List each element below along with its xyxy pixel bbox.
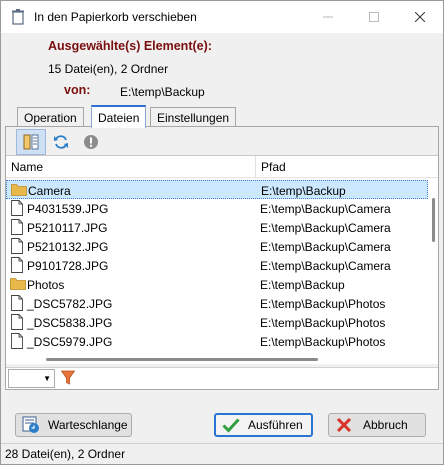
item-name: P5210117.JPG	[27, 221, 108, 235]
tab-einstellungen[interactable]: Einstellungen	[150, 107, 237, 127]
cancel-x-icon	[337, 418, 351, 432]
folder-icon	[11, 182, 27, 200]
file-icon	[10, 295, 24, 314]
selected-items-label: Ausgewählte(s) Element(e):	[48, 39, 212, 53]
cancel-button-label: Abbruch	[363, 418, 408, 432]
window-title: In den Papierkorb verschieben	[34, 10, 197, 24]
minimize-button[interactable]	[305, 1, 351, 33]
maximize-button[interactable]	[351, 1, 397, 33]
files-toolbar	[16, 129, 106, 155]
item-name: _DSC5979.JPG	[27, 335, 113, 349]
cancel-button[interactable]: Abbruch	[328, 413, 426, 437]
close-icon	[415, 12, 425, 22]
list-item[interactable]: P4031539.JPG E:\temp\Backup\Camera	[6, 199, 428, 218]
list-item[interactable]: P5210117.JPG E:\temp\Backup\Camera	[6, 218, 428, 237]
status-text: 28 Datei(en), 2 Ordner	[5, 447, 126, 461]
list-item[interactable]: Photos E:\temp\Backup	[6, 275, 428, 294]
execute-button[interactable]: Ausführen	[214, 413, 313, 437]
source-path-text: E:\temp\Backup	[120, 85, 205, 99]
item-path: E:\temp\Backup\Photos	[260, 297, 386, 311]
item-path: E:\temp\Backup\Photos	[260, 316, 386, 330]
horizontal-scroll-thumb[interactable]	[46, 358, 318, 361]
refresh-icon	[54, 135, 68, 149]
files-panel: Name Pfad Camera E:\temp\Backup P4031539…	[5, 126, 439, 390]
file-list: Name Pfad Camera E:\temp\Backup P4031539…	[6, 155, 438, 357]
tab-operation[interactable]: Operation	[17, 107, 84, 127]
item-name: P4031539.JPG	[27, 202, 109, 216]
columns-view-icon	[23, 134, 39, 150]
warning-icon	[84, 135, 98, 149]
file-icon	[10, 257, 24, 276]
horizontal-scrollbar[interactable]	[6, 356, 438, 364]
item-path: E:\temp\Backup\Photos	[260, 335, 386, 349]
checkmark-icon	[222, 417, 240, 433]
filter-icon[interactable]	[60, 370, 76, 389]
filter-dropdown[interactable]: ▼	[8, 369, 55, 388]
item-path: E:\temp\Backup\Camera	[260, 221, 391, 235]
vertical-scrollbar[interactable]	[429, 178, 438, 357]
warning-button[interactable]	[76, 129, 106, 155]
vertical-scroll-thumb[interactable]	[432, 198, 435, 242]
close-button[interactable]	[397, 1, 443, 33]
tab-dateien[interactable]: Dateien	[91, 105, 147, 128]
from-label: von:	[64, 83, 91, 97]
status-bar: 28 Datei(en), 2 Ordner	[1, 443, 443, 464]
refresh-button[interactable]	[46, 129, 76, 155]
execute-button-label: Ausführen	[248, 418, 303, 432]
column-divider[interactable]	[255, 156, 256, 178]
item-path: E:\temp\Backup	[261, 184, 346, 198]
file-icon	[10, 200, 24, 219]
trash-icon	[11, 9, 25, 25]
filter-bar: ▼	[6, 367, 438, 389]
file-icon	[10, 333, 24, 352]
chevron-down-icon: ▼	[43, 374, 51, 383]
file-icon	[10, 238, 24, 257]
column-header-path[interactable]: Pfad	[261, 160, 286, 174]
title-bar: In den Papierkorb verschieben	[1, 1, 443, 33]
list-item[interactable]: _DSC5782.JPG E:\temp\Backup\Photos	[6, 294, 428, 313]
dialog-window: In den Papierkorb verschieben Ausgewählt…	[0, 0, 444, 465]
columns-view-button[interactable]	[16, 129, 46, 155]
item-path: E:\temp\Backup\Camera	[260, 240, 391, 254]
queue-icon	[22, 416, 40, 434]
list-item[interactable]: _DSC5838.JPG E:\temp\Backup\Photos	[6, 313, 428, 332]
item-name: Camera	[28, 184, 71, 198]
item-name: Photos	[27, 278, 65, 292]
item-path: E:\temp\Backup	[260, 278, 345, 292]
list-item[interactable]: _DSC5979.JPG E:\temp\Backup\Photos	[6, 332, 428, 351]
column-header-name[interactable]: Name	[11, 160, 43, 174]
selected-count-text: 15 Datei(en), 2 Ordner	[48, 62, 169, 76]
item-name: _DSC5838.JPG	[27, 316, 113, 330]
item-path: E:\temp\Backup\Camera	[260, 202, 391, 216]
list-header: Name Pfad	[6, 156, 438, 178]
queue-button[interactable]: Warteschlange	[15, 413, 132, 437]
list-item[interactable]: P9101728.JPG E:\temp\Backup\Camera	[6, 256, 428, 275]
file-icon	[10, 314, 24, 333]
list-item[interactable]: Camera E:\temp\Backup	[6, 180, 428, 199]
list-item[interactable]: P5210132.JPG E:\temp\Backup\Camera	[6, 237, 428, 256]
file-icon	[10, 219, 24, 238]
queue-button-label: Warteschlange	[48, 418, 128, 432]
folder-icon	[10, 276, 26, 294]
item-name: P9101728.JPG	[27, 259, 109, 273]
item-name: P5210132.JPG	[27, 240, 109, 254]
item-path: E:\temp\Backup\Camera	[260, 259, 391, 273]
item-name: _DSC5782.JPG	[27, 297, 113, 311]
